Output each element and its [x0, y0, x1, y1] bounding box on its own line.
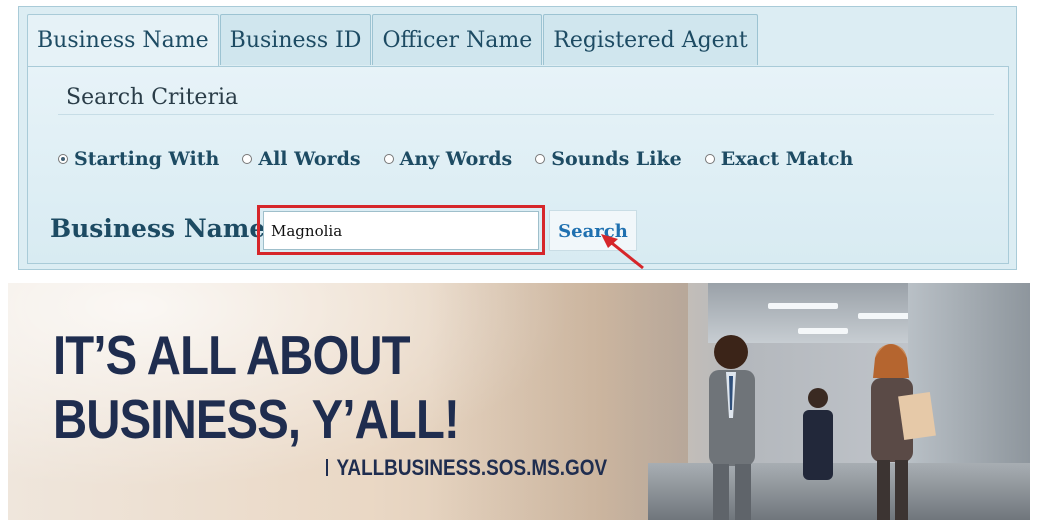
tab-registered-agent[interactable]: Registered Agent	[543, 14, 758, 65]
radio-any-words[interactable]: Any Words	[383, 148, 513, 170]
tab-business-id[interactable]: Business ID	[219, 14, 372, 65]
arrow-pointer-icon	[601, 234, 644, 270]
radio-selected-icon[interactable]	[58, 154, 68, 164]
tab-officer-name[interactable]: Officer Name	[372, 14, 543, 65]
radio-starting-with[interactable]: Starting With	[58, 148, 219, 170]
radio-sounds-like[interactable]: Sounds Like	[535, 148, 682, 170]
search-tabs: Business Name Business ID Officer Name R…	[27, 14, 759, 67]
banner-url-text: YALLBUSINESS.SOS.MS.GOV	[336, 455, 608, 480]
business-name-label: Business Name:	[50, 214, 275, 243]
headline-line-1: IT’S ALL ABOUT	[53, 324, 411, 386]
radio-label: Exact Match	[720, 148, 854, 170]
radio-unselected-icon[interactable]	[704, 154, 715, 164]
radio-all-words[interactable]: All Words	[242, 148, 361, 170]
banner-headline: IT’S ALL ABOUT BUSINESS, Y’ALL!	[53, 323, 460, 451]
match-type-radio-group: Starting With All Words Any Words Sounds…	[58, 148, 876, 170]
radio-label: All Words	[258, 148, 361, 170]
search-panel: Business Name Business ID Officer Name R…	[18, 6, 1017, 270]
promo-banner[interactable]: IT’S ALL ABOUT BUSINESS, Y’ALL! YALLBUSI…	[8, 283, 1030, 520]
tab-content: Search Criteria Starting With All Words …	[27, 66, 1009, 264]
radio-unselected-icon[interactable]	[383, 154, 394, 164]
search-criteria-heading: Search Criteria	[66, 85, 239, 110]
banner-url: YALLBUSINESS.SOS.MS.GOV	[326, 455, 608, 481]
radio-unselected-icon[interactable]	[242, 154, 253, 164]
heading-divider	[58, 114, 994, 115]
business-name-input[interactable]	[263, 211, 539, 250]
tab-business-name[interactable]: Business Name	[27, 14, 219, 67]
headline-line-2: BUSINESS, Y’ALL!	[53, 388, 460, 450]
radio-label: Any Words	[399, 148, 513, 170]
radio-label: Sounds Like	[551, 148, 682, 170]
business-people-photo	[709, 335, 936, 520]
radio-label: Starting With	[74, 148, 220, 170]
radio-exact-match[interactable]: Exact Match	[704, 148, 854, 170]
ceiling-light	[768, 303, 838, 309]
radio-unselected-icon[interactable]	[535, 154, 546, 164]
